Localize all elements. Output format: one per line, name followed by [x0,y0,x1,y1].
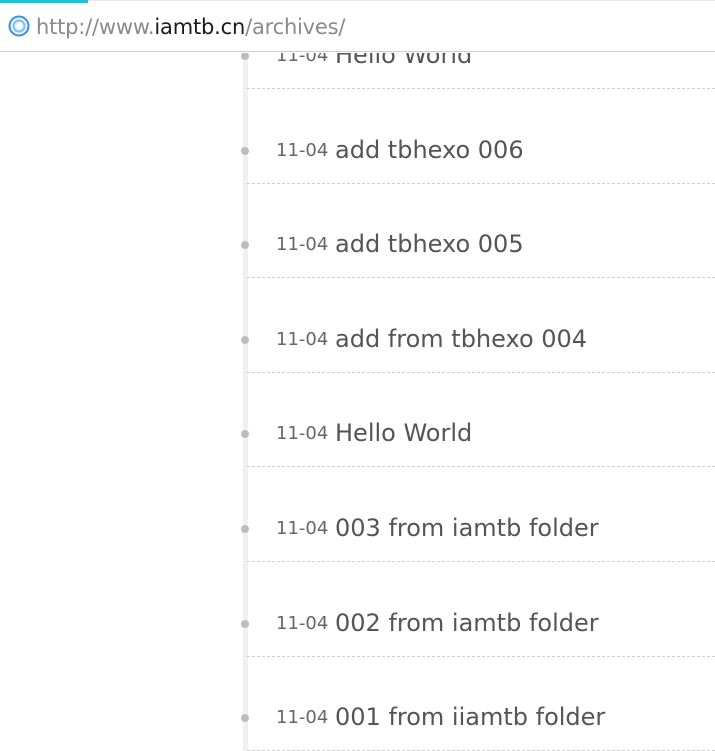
timeline-dot [241,241,249,250]
timeline-dot [241,714,249,723]
list-item: 11-04 002 from iamtb folder [0,576,715,671]
divider [247,560,715,562]
post-title-link[interactable]: Hello World [335,418,472,448]
post-date: 11-04 [276,53,329,66]
archive-page: 11-04 Hello World 11-04 add tbhexo 006 1… [0,53,715,751]
post-date: 11-04 [276,517,329,539]
timeline-dot [241,430,249,439]
timeline-dot [241,146,249,155]
timeline-dot [241,53,249,60]
divider [247,277,715,279]
list-item: 11-04 001 from iiamtb folder [0,670,715,751]
post-date: 11-04 [276,423,329,445]
url-path: /archives/ [245,15,346,39]
post-title-link[interactable]: add from tbhexo 004 [335,324,587,354]
url-scheme: http://www. [36,15,155,39]
list-item: 11-04 Hello World [0,386,715,481]
progress-track [88,0,715,1]
globe-icon [8,15,30,37]
post-title-link[interactable]: 001 from iiamtb folder [335,702,605,732]
page-load-progress [0,0,88,3]
post-title-link[interactable]: 003 from iamtb folder [335,513,599,543]
post-title-link[interactable]: add tbhexo 005 [335,229,524,259]
url-field[interactable]: http://www.iamtb.cn/archives/ [36,13,345,41]
post-date: 11-04 [276,707,329,729]
divider [247,655,715,657]
post-title-link[interactable]: Hello World [335,53,472,70]
post-date: 11-04 [276,234,329,256]
list-item: 11-04 add from tbhexo 004 [0,292,715,387]
list-item: 11-04 add tbhexo 006 [0,103,715,198]
address-bar: http://www.iamtb.cn/archives/ [0,0,715,52]
timeline-dot [241,619,249,628]
archive-post-list: 11-04 Hello World 11-04 add tbhexo 006 1… [0,53,715,751]
list-item: 11-04 003 from iamtb folder [0,481,715,576]
post-date: 11-04 [276,139,329,161]
post-title-link[interactable]: 002 from iamtb folder [335,608,599,638]
divider [247,88,715,89]
divider [247,182,715,184]
post-date: 11-04 [276,328,329,350]
list-item: 11-04 add tbhexo 005 [0,197,715,292]
timeline-dot [241,524,249,533]
timeline-dot [241,335,249,344]
divider [247,371,715,373]
divider [247,466,715,468]
post-date: 11-04 [276,612,329,634]
list-item: 11-04 Hello World [0,53,715,103]
url-host: iamtb.cn [154,15,246,39]
post-title-link[interactable]: add tbhexo 006 [335,135,524,165]
